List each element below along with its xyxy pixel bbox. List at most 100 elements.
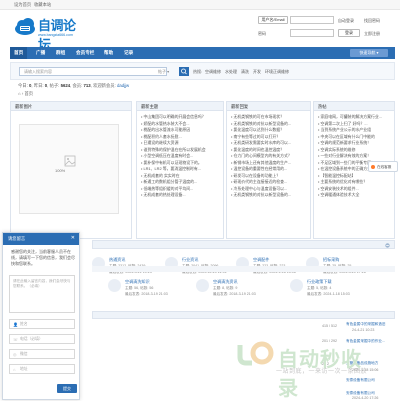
panel-title: 热帖 (314, 102, 394, 111)
bookmark-link[interactable]: 收藏本站 (34, 2, 51, 8)
latest-replies-panel: 最新回复 • 无机类钢铁的可在市场现状？ • 无机类钢铁的对抗以新型设备的... •… (226, 101, 311, 239)
password-label: 密码 (258, 31, 266, 36)
thread-link[interactable]: • 无机成套的热处理设备... (141, 192, 219, 199)
image-slideshow[interactable] (19, 124, 119, 214)
image-zoom-label: 100% (55, 168, 66, 173)
search-button[interactable] (179, 67, 189, 76)
name-field-placeholder: 姓名 (20, 322, 28, 326)
user-type-select[interactable]: 用户名/Email (258, 16, 288, 24)
stats-newest-label: 欢迎新会员: (93, 83, 116, 88)
autologin-label[interactable]: 自动登录 (338, 18, 354, 24)
person-icon: 👤 (13, 322, 18, 327)
image-icon (64, 155, 76, 167)
watermark-icon (237, 341, 274, 366)
login-user-row: 用户名/Email 自动登录 找回密码 (258, 16, 394, 25)
forum-category-header (92, 240, 395, 249)
thread-link[interactable]: • 无机类钢铁的对抗以新型设备的... (231, 192, 306, 199)
dialog-title: 请您留言 (8, 236, 26, 241)
forum-item[interactable]: 行业政策下载 主题: 5, 帖数: 4 最后发表: 2024-1-18 15:0… (290, 277, 380, 307)
breadcrumb-current[interactable]: 首页 (24, 91, 33, 96)
forum-icon (290, 279, 303, 292)
search-type-select[interactable]: 帖子 ▾ (158, 67, 178, 76)
login-button[interactable]: 登录 (338, 29, 360, 37)
forum-title[interactable]: 行业政策下载 (307, 279, 332, 285)
hot-search-link[interactable]: 空调维修 (205, 69, 221, 75)
phone-field-placeholder: 电话（必填） (20, 337, 43, 341)
nav-item-home[interactable]: 首页 (10, 47, 28, 59)
thread-link[interactable]: 有色金属中的采掘和造旧 (346, 322, 386, 327)
phone-field[interactable]: ☏ 电话（必填） (9, 334, 75, 344)
online-service-button[interactable]: 在线客服 (368, 161, 398, 172)
forum-title[interactable]: 空调清洗知识 (125, 279, 150, 285)
thread-counts: 415 / 512 (322, 324, 337, 328)
find-password-link[interactable]: 找回密码 (364, 18, 380, 24)
hot-threads-list: • 家庭电网，可罐装的解决方案行业... • 空调第二次上扫了 好吗？... • 当… (314, 111, 394, 202)
forum-title[interactable]: 空调配件 (253, 257, 269, 263)
logo-url: www.bangzia666.com (38, 33, 73, 37)
hot-search-link[interactable]: 开发 (253, 69, 261, 75)
address-field-placeholder: 地址 (20, 367, 28, 371)
submit-button[interactable]: 提交 (57, 384, 77, 393)
dialog-message: 感谢您的关注，当前客服人员不在线，请填写一下您的信息，我们会尽快和您联系。 (11, 249, 75, 266)
forum-category-header (92, 311, 395, 319)
location-icon: ⌂ (13, 367, 16, 372)
password-input[interactable] (290, 29, 334, 37)
forum-meta: 主题: 8, 帖数: 9 (213, 286, 238, 290)
search-input[interactable]: 请输入搜索内容 (19, 67, 167, 76)
thread-link[interactable]: • 家庭电网，可罐装的解决方案行业... (318, 114, 390, 121)
stats-members-label: 会员: (72, 83, 83, 88)
logo-cloud-icon (15, 18, 35, 35)
forum-title[interactable]: 热通资讯 (109, 257, 125, 263)
close-icon[interactable]: ✕ (71, 235, 75, 241)
forum-icon (196, 279, 209, 292)
nav-item-records[interactable]: 记录 (124, 50, 133, 56)
forum-item[interactable]: 空调清洗资讯 主题: 8, 帖数: 9 最后发表: 2018-3-19 21:0… (196, 277, 286, 307)
wechat-icon: ◎ (13, 352, 17, 357)
nav-item-groups[interactable]: 群组 (56, 50, 65, 56)
hot-search-link[interactable]: 清洗 (241, 69, 249, 75)
hot-search-link[interactable]: 环境正调维修 (265, 69, 289, 75)
register-link[interactable]: 立即注册 (364, 31, 380, 37)
forum-last-post: 最后发表: 2018-3-19 21:03 (125, 292, 168, 296)
address-field[interactable]: ⌂ 地址 (9, 364, 75, 374)
forum-title[interactable]: 招标采购 (323, 257, 339, 263)
username-input[interactable] (290, 16, 334, 24)
forum-meta: 主题: 56, 帖数: 56 (125, 286, 154, 290)
latest-replies-list: • 无机类钢铁的可在市场现状？ • 无机类钢铁的对抗以新型设备的... • 氯化温度… (227, 111, 310, 202)
hot-search-link[interactable]: 水处理 (225, 69, 237, 75)
forum-last-post: 最后发表: 2018-3-19 21:03 (213, 292, 256, 296)
panel-title: 最新图片 (11, 102, 131, 111)
forum-item[interactable]: 空调清洗知识 主题: 56, 帖数: 56 最后发表: 2018-3-19 21… (108, 277, 198, 307)
forum-meta: 主题: 5, 帖数: 4 (307, 286, 332, 290)
nav-item-help[interactable]: 帮助 (104, 50, 113, 56)
newest-member-link[interactable]: dadjjw (117, 83, 129, 88)
online-service-label: 在线客服 (377, 165, 392, 169)
nav-item-broadcast[interactable]: 广播 (36, 50, 45, 56)
stats-yesterday: 0 (44, 83, 48, 88)
forum-category-header (92, 266, 395, 272)
message-textarea[interactable]: 请在此输入留言内容，我们会尽快与您联系。（必填） (9, 275, 75, 313)
forum-title[interactable]: 空调清洗资讯 (213, 279, 238, 285)
panel-title: 最新主题 (137, 102, 223, 111)
name-field[interactable]: 👤 姓名 (9, 319, 75, 329)
leave-message-dialog: 请您留言 ✕ 感谢您的关注，当前客服人员不在线，请填写一下您的信息，我们会尽快和… (2, 232, 80, 400)
watermark-subtext: 一站到底，一来访一次一条回放 (276, 369, 368, 375)
thread-date: 24-4-21 10:23 (352, 328, 375, 332)
quick-nav-button[interactable]: 快速导航 ▾ (350, 49, 388, 57)
stats-yesterday-label: 昨日: (33, 83, 44, 88)
home-icon[interactable]: ⌂ (18, 91, 21, 96)
stats-posts: 5624 (60, 83, 71, 88)
wechat-field[interactable]: ◎ 微信 (9, 349, 75, 359)
login-form: 用户名/Email 自动登录 找回密码 密码 登录 立即注册 (258, 16, 394, 42)
dialog-header: 请您留言 ✕ (3, 233, 79, 245)
site-logo[interactable]: 自调论坛 www.bangzia666.com (14, 12, 86, 53)
thread-link[interactable]: • 空调暖通体验技术大全 (318, 192, 390, 199)
search-icon (181, 68, 187, 75)
nav-item-members[interactable]: 会员专栏 (76, 50, 94, 56)
collapse-icon[interactable] (385, 243, 390, 248)
forum-title[interactable]: 行业资讯 (182, 257, 198, 263)
wechat-field-placeholder: 微信 (20, 352, 28, 356)
panel-title: 最新回复 (227, 102, 310, 111)
main-navigation: 首页 广播 群组 会员专栏 帮助 记录 快速导航 ▾ (10, 47, 395, 59)
set-homepage-link[interactable]: 设为首页 (14, 2, 31, 8)
